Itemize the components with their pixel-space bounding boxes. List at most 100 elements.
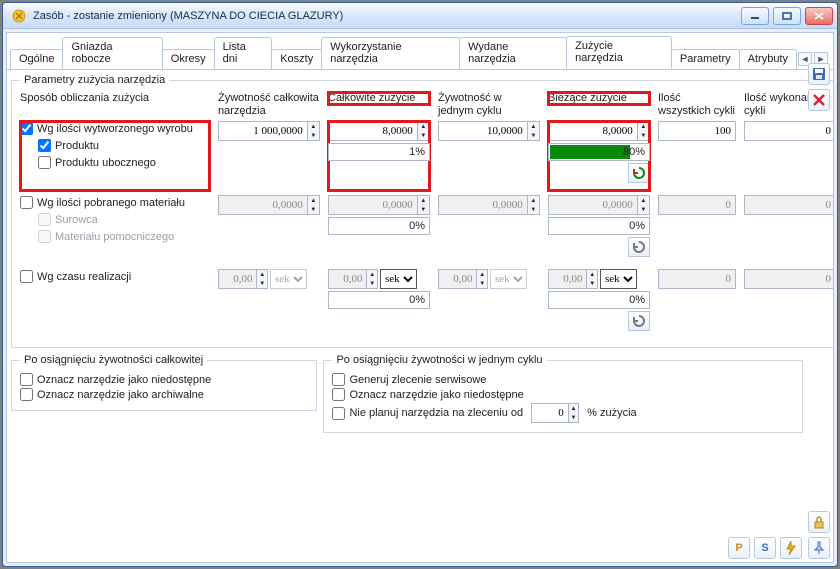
mat-cycles-done bbox=[744, 195, 833, 215]
chk-qty-byprod[interactable] bbox=[38, 156, 51, 169]
hdr-cycles-all: Ilość wszystkich cykli bbox=[658, 92, 736, 117]
chk-qty[interactable] bbox=[20, 122, 33, 135]
group-cycle-life: Po osiągnięciu żywotności w jednym cyklu… bbox=[323, 354, 803, 433]
chk-mat-aux-label: Materiału pomocniczego bbox=[55, 231, 174, 243]
spinner-icon: ▲▼ bbox=[367, 269, 378, 289]
qty-wear-total[interactable] bbox=[328, 121, 418, 141]
mat-cycles-all bbox=[658, 195, 736, 215]
chk-mat[interactable] bbox=[20, 196, 33, 209]
time-wear-total-unit[interactable]: sek bbox=[380, 269, 417, 289]
chk-tl-archive-label: Oznacz narzędzie jako archiwalne bbox=[37, 389, 204, 401]
chk-qty-label: Wg ilości wytworzonego wyrobu bbox=[37, 123, 193, 135]
chk-qty-prod-label: Produktu bbox=[55, 140, 99, 152]
action-p-button[interactable]: P bbox=[728, 537, 750, 559]
time-life-cycle bbox=[438, 269, 477, 289]
hdr-wear-total: Całkowite zużycie bbox=[328, 92, 430, 105]
chk-time-label: Wg czasu realizacji bbox=[37, 271, 131, 283]
group-total-life: Po osiągnięciu żywotności całkowitej Ozn… bbox=[11, 354, 317, 411]
time-wear-total bbox=[328, 269, 367, 289]
time-wear-total-pct: 0% bbox=[328, 291, 430, 309]
cancel-icon[interactable] bbox=[808, 89, 830, 111]
chk-mat-raw bbox=[38, 213, 51, 226]
titlebar: Zasób - zostanie zmieniony (MASZYNA DO C… bbox=[3, 3, 837, 29]
action-s-button[interactable]: S bbox=[754, 537, 776, 559]
method-mat: Wg ilości pobranego materiału Surowca Ma… bbox=[20, 195, 210, 265]
minimize-button[interactable] bbox=[741, 7, 769, 25]
tab-content: Parametry zużycia narzędzia Sposób oblic… bbox=[7, 70, 833, 562]
spinner-icon: ▲▼ bbox=[418, 195, 430, 215]
cl-noplan-value[interactable] bbox=[531, 403, 569, 423]
time-wear-current-unit[interactable]: sek bbox=[600, 269, 637, 289]
qty-life-cycle[interactable] bbox=[438, 121, 528, 141]
pin-icon[interactable] bbox=[808, 537, 830, 559]
time-cycles-done bbox=[744, 269, 833, 289]
spinner-icon[interactable]: ▲▼ bbox=[638, 121, 650, 141]
chk-mat-label: Wg ilości pobranego materiału bbox=[37, 197, 185, 209]
spinner-icon: ▲▼ bbox=[587, 269, 598, 289]
qty-wear-current-pct: 80% bbox=[548, 143, 650, 161]
method-qty: Wg ilości wytworzonego wyrobu Produktu P… bbox=[20, 121, 210, 191]
qty-cycles-done[interactable] bbox=[744, 121, 833, 141]
qty-cycles-all[interactable] bbox=[658, 121, 736, 141]
mat-wear-total bbox=[328, 195, 418, 215]
time-wear-current bbox=[548, 269, 587, 289]
tab-gniazda[interactable]: Gniazda robocze bbox=[62, 37, 162, 69]
reset-wear-icon[interactable] bbox=[628, 163, 650, 183]
mat-wear-current bbox=[548, 195, 638, 215]
reset-wear-icon[interactable] bbox=[628, 237, 650, 257]
close-button[interactable] bbox=[805, 7, 833, 25]
qty-life-total[interactable] bbox=[218, 121, 308, 141]
side-actions-bottom bbox=[808, 511, 830, 559]
hdr-method: Sposób obliczania zużycia bbox=[20, 92, 210, 105]
time-life-total bbox=[218, 269, 257, 289]
lock-icon[interactable] bbox=[808, 511, 830, 533]
maximize-button[interactable] bbox=[773, 7, 801, 25]
chk-cl-noplan-label: Nie planuj narzędzia na zleceniu od bbox=[349, 407, 523, 419]
time-cycles-all bbox=[658, 269, 736, 289]
spinner-icon: ▲▼ bbox=[638, 195, 650, 215]
chk-cl-service-label: Generuj zlecenie serwisowe bbox=[349, 374, 486, 386]
chk-tl-archive[interactable] bbox=[20, 388, 33, 401]
action-flash-icon[interactable] bbox=[780, 537, 802, 559]
window-title: Zasób - zostanie zmieniony (MASZYNA DO C… bbox=[33, 10, 741, 22]
spinner-icon: ▲▼ bbox=[308, 195, 320, 215]
time-wear-current-pct: 0% bbox=[548, 291, 650, 309]
tab-koszty[interactable]: Koszty bbox=[271, 49, 322, 69]
chk-cl-service[interactable] bbox=[332, 373, 345, 386]
tab-atrybuty[interactable]: Atrybuty bbox=[739, 49, 797, 69]
group-parametry-legend: Parametry zużycia narzędzia bbox=[20, 74, 169, 86]
tab-wydane[interactable]: Wydane narzędzia bbox=[459, 37, 567, 69]
hdr-life-cycle: Żywotność w jednym cyklu bbox=[438, 92, 540, 117]
time-life-cycle-unit: sek bbox=[490, 269, 527, 289]
reset-wear-icon[interactable] bbox=[628, 311, 650, 331]
method-time: Wg czasu realizacji bbox=[20, 269, 210, 339]
qty-wear-current[interactable] bbox=[548, 121, 638, 141]
tab-zuzycie[interactable]: Zużycie narzędzia bbox=[566, 36, 672, 69]
spinner-icon: ▲▼ bbox=[257, 269, 268, 289]
spinner-icon[interactable]: ▲▼ bbox=[308, 121, 320, 141]
spinner-icon[interactable]: ▲▼ bbox=[418, 121, 430, 141]
group-cycle-life-legend: Po osiągnięciu żywotności w jednym cyklu bbox=[332, 354, 546, 366]
qty-wear-total-pct: 1% bbox=[328, 143, 430, 161]
chk-cl-unavail-label: Oznacz narzędzie jako niedostępne bbox=[349, 389, 523, 401]
window-buttons bbox=[741, 7, 833, 25]
chk-tl-unavail[interactable] bbox=[20, 373, 33, 386]
spinner-icon[interactable]: ▲▼ bbox=[528, 121, 540, 141]
chk-time[interactable] bbox=[20, 270, 33, 283]
tab-parametry[interactable]: Parametry bbox=[671, 49, 740, 69]
chk-cl-unavail[interactable] bbox=[332, 388, 345, 401]
spinner-icon: ▲▼ bbox=[528, 195, 540, 215]
tab-strip: Ogólne Gniazda robocze Okresy Lista dni … bbox=[7, 33, 833, 70]
tab-wykorz[interactable]: Wykorzystanie narzędzia bbox=[321, 37, 460, 69]
tab-lista[interactable]: Lista dni bbox=[214, 37, 273, 69]
footer-actions: P S bbox=[728, 537, 802, 559]
chk-cl-noplan[interactable] bbox=[332, 407, 345, 420]
tab-okresy[interactable]: Okresy bbox=[162, 49, 215, 69]
save-icon[interactable] bbox=[808, 63, 830, 85]
chk-qty-prod[interactable] bbox=[38, 139, 51, 152]
tab-ogolne[interactable]: Ogólne bbox=[10, 49, 63, 69]
hdr-wear-current: Bieżące zużycie bbox=[548, 92, 650, 105]
mat-life-cycle bbox=[438, 195, 528, 215]
spinner-icon[interactable]: ▲▼ bbox=[569, 403, 579, 423]
time-life-total-unit: sek bbox=[270, 269, 307, 289]
